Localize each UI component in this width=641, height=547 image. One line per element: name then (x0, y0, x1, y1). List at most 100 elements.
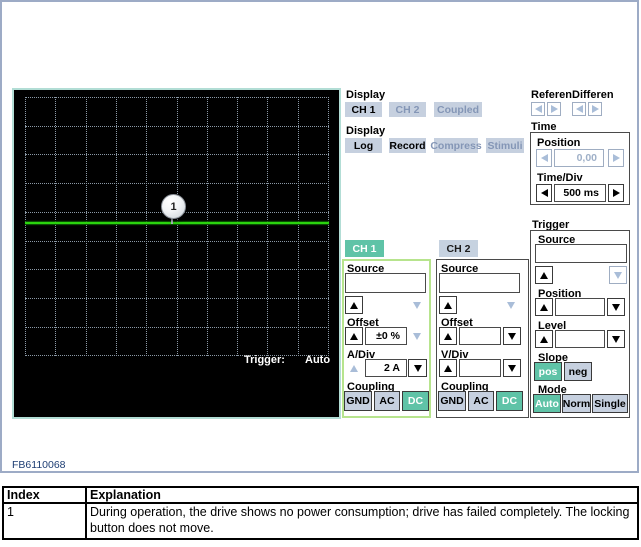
scope-grid (25, 97, 329, 356)
time-div-increase-button[interactable] (608, 184, 624, 202)
trigger-mode-auto-button[interactable]: Auto (533, 394, 561, 413)
index-cell: 1 (4, 504, 87, 538)
ch1-source-down-button[interactable] (408, 296, 426, 314)
right-arrow-icon (592, 105, 599, 113)
trigger-source-input[interactable] (535, 244, 627, 263)
trigger-status-value: Auto (305, 354, 330, 366)
ch2-coupling-dc-button[interactable]: DC (496, 391, 523, 411)
ch2-offset-down-button[interactable] (503, 327, 521, 345)
reference-next-button[interactable] (547, 102, 561, 116)
down-arrow-icon (614, 272, 622, 279)
ch1-offset-down-button[interactable] (408, 327, 426, 345)
left-arrow-icon (576, 105, 583, 113)
time-position-increase-button[interactable] (608, 149, 624, 167)
ch1-scale-up-button[interactable] (345, 359, 363, 377)
trace-line (25, 222, 329, 224)
time-position-label: Position (537, 137, 580, 149)
down-arrow-icon (413, 302, 421, 309)
ch1-scale-down-button[interactable] (408, 359, 427, 377)
difference-next-button[interactable] (588, 102, 602, 116)
up-arrow-icon (444, 365, 452, 372)
trigger-slope-pos-button[interactable]: pos (534, 362, 562, 381)
ch1-coupling-dc-button[interactable]: DC (402, 391, 429, 411)
trigger-status-label: Trigger: (244, 354, 285, 366)
display-ch2-button[interactable]: CH 2 (389, 102, 426, 117)
up-arrow-icon (350, 302, 358, 309)
trigger-source-down-button[interactable] (609, 266, 627, 284)
display-ch1-button[interactable]: CH 1 (345, 102, 382, 117)
ch1-offset-up-button[interactable] (345, 327, 363, 345)
index-column-header: Index (4, 488, 87, 502)
ch2-scale-up-button[interactable] (439, 359, 457, 377)
trigger-source-up-button[interactable] (535, 266, 553, 284)
ch1-scale-field[interactable]: 2 A (365, 359, 407, 377)
time-div-label: Time/Div (537, 172, 583, 184)
ch2-offset-field[interactable] (459, 327, 501, 345)
table-row: 1 During operation, the drive shows no p… (4, 504, 637, 538)
explanation-column-header: Explanation (87, 488, 637, 502)
up-arrow-icon (540, 304, 548, 311)
explanation-cell: During operation, the drive shows no pow… (87, 504, 637, 538)
difference-prev-button[interactable] (572, 102, 586, 116)
up-arrow-icon (350, 333, 358, 340)
scope-display: 1 Trigger: Auto (12, 88, 341, 419)
ch2-source-down-button[interactable] (502, 296, 520, 314)
ch2-scale-down-button[interactable] (503, 359, 521, 377)
callout-balloon: 1 (161, 194, 186, 219)
callout-number: 1 (170, 201, 176, 213)
ch1-source-input[interactable] (345, 273, 426, 293)
compress-button[interactable]: Compress (434, 138, 478, 153)
trigger-level-field[interactable] (555, 330, 605, 348)
ch1-source-up-button[interactable] (345, 296, 363, 314)
ch1-coupling-ac-button[interactable]: AC (374, 391, 400, 411)
time-div-field[interactable]: 500 ms (554, 184, 606, 202)
down-arrow-icon (508, 365, 516, 372)
reference-group-label: Referen (531, 89, 572, 101)
reference-prev-button[interactable] (531, 102, 545, 116)
difference-group-label: Differen (572, 89, 614, 101)
trigger-slope-neg-button[interactable]: neg (564, 362, 592, 381)
up-arrow-icon (444, 302, 452, 309)
ch2-source-input[interactable] (439, 273, 520, 293)
time-position-field[interactable]: 0,00 (554, 149, 604, 167)
down-arrow-icon (413, 333, 421, 340)
time-div-decrease-button[interactable] (536, 184, 552, 202)
down-arrow-icon (612, 304, 620, 311)
trigger-level-down-button[interactable] (607, 330, 625, 348)
ch2-coupling-ac-button[interactable]: AC (468, 391, 494, 411)
ch1-offset-field[interactable]: ±0 % (365, 327, 407, 345)
up-arrow-icon (350, 365, 358, 372)
log-button[interactable]: Log (345, 138, 382, 153)
down-arrow-icon (507, 302, 515, 309)
stimuli-button[interactable]: Stimuli (486, 138, 524, 153)
trigger-mode-single-button[interactable]: Single (592, 394, 628, 413)
down-arrow-icon (414, 365, 422, 372)
left-arrow-icon (541, 154, 548, 162)
ch2-source-up-button[interactable] (439, 296, 457, 314)
ch2-scale-field[interactable] (459, 359, 501, 377)
trigger-position-up-button[interactable] (535, 298, 553, 316)
ch2-offset-up-button[interactable] (439, 327, 457, 345)
trigger-level-up-button[interactable] (535, 330, 553, 348)
ch2-coupling-gnd-button[interactable]: GND (438, 391, 466, 411)
up-arrow-icon (540, 272, 548, 279)
tab-ch1[interactable]: CH 1 (345, 240, 384, 257)
trigger-mode-norm-button[interactable]: Norm (562, 394, 591, 413)
up-arrow-icon (444, 333, 452, 340)
record-button[interactable]: Record (389, 138, 426, 153)
left-arrow-icon (541, 189, 548, 197)
down-arrow-icon (508, 333, 516, 340)
explanation-table: Index Explanation 1 During operation, th… (2, 486, 639, 540)
right-arrow-icon (613, 154, 620, 162)
up-arrow-icon (540, 336, 548, 343)
display-coupled-button[interactable]: Coupled (434, 102, 482, 117)
time-position-decrease-button[interactable] (536, 149, 552, 167)
ch1-coupling-gnd-button[interactable]: GND (344, 391, 372, 411)
right-arrow-icon (551, 105, 558, 113)
trigger-position-field[interactable] (555, 298, 605, 316)
tab-ch2[interactable]: CH 2 (439, 240, 478, 257)
table-header-row: Index Explanation (4, 488, 637, 504)
trigger-position-down-button[interactable] (607, 298, 625, 316)
left-arrow-icon (535, 105, 542, 113)
right-arrow-icon (613, 189, 620, 197)
